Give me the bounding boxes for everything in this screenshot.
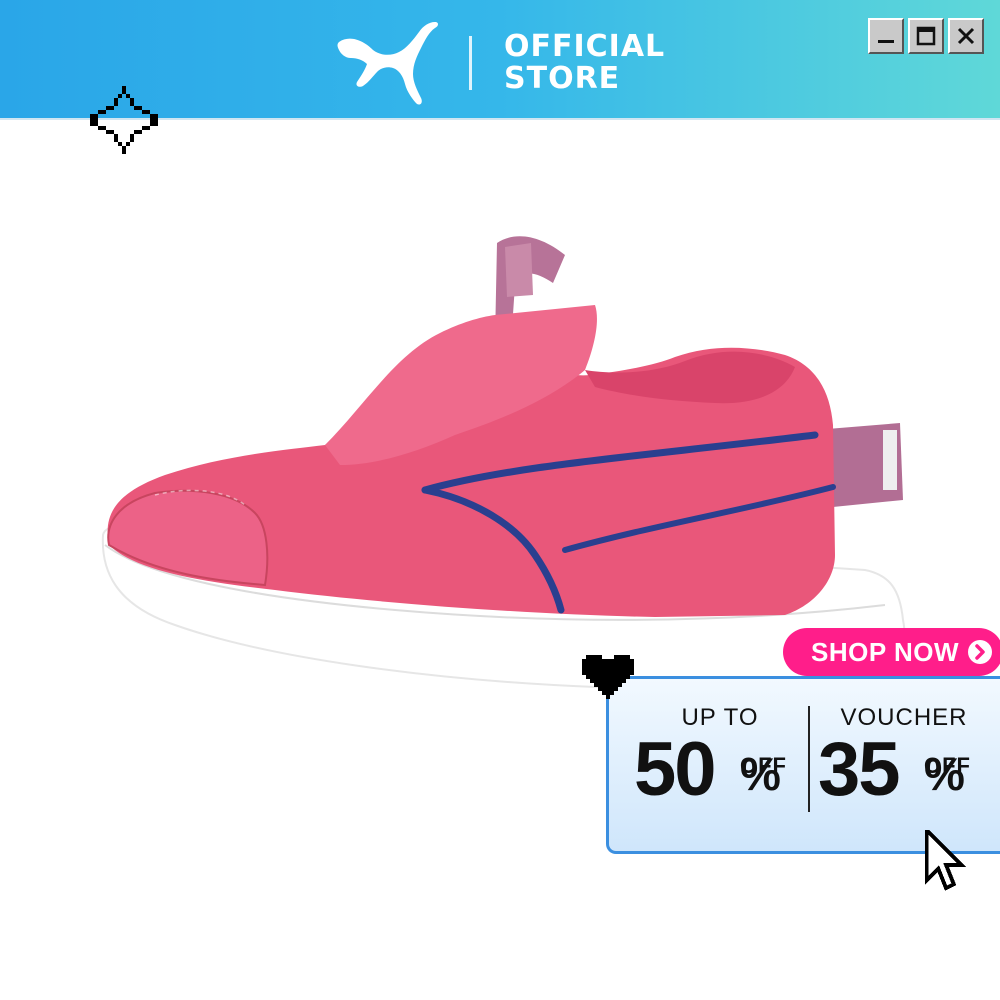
brand-divider — [469, 36, 472, 90]
discount-off: OFF — [740, 753, 787, 778]
close-icon — [957, 27, 975, 45]
maximize-button[interactable] — [908, 18, 944, 54]
voucher-value: 35 — [818, 727, 901, 812]
voucher-offer: VOUCHER 35% OFF — [818, 704, 990, 808]
sparkle-icon — [90, 86, 158, 154]
shop-now-label: SHOP NOW — [811, 636, 959, 667]
product-image[interactable] — [95, 225, 910, 695]
store-title-line2: STORE — [504, 61, 621, 96]
store-title-line1: OFFICIAL — [504, 29, 666, 64]
pixel-cursor-icon — [924, 830, 967, 891]
close-button[interactable] — [948, 18, 984, 54]
maximize-icon — [916, 26, 936, 46]
minimize-button[interactable] — [868, 18, 904, 54]
puma-cat-logo-icon — [337, 22, 438, 105]
arrow-right-icon — [967, 640, 992, 664]
discount-offer: UP TO 50% OFF — [634, 704, 806, 808]
window-controls — [868, 18, 984, 54]
pixel-heart-icon — [582, 655, 634, 699]
minimize-icon — [878, 40, 894, 43]
voucher-amount: 35% OFF — [818, 732, 990, 808]
store-title: OFFICIAL STORE — [504, 31, 665, 95]
shop-now-button[interactable]: SHOP NOW — [783, 628, 1000, 676]
discount-value: 50 — [634, 727, 717, 812]
discount-amount: 50% OFF — [634, 732, 806, 808]
offer-card[interactable]: UP TO 50% OFF VOUCHER 35% OFF — [606, 676, 1000, 854]
brand: OFFICIAL STORE — [335, 20, 665, 106]
voucher-off: OFF — [924, 753, 971, 778]
offer-divider — [808, 706, 810, 812]
